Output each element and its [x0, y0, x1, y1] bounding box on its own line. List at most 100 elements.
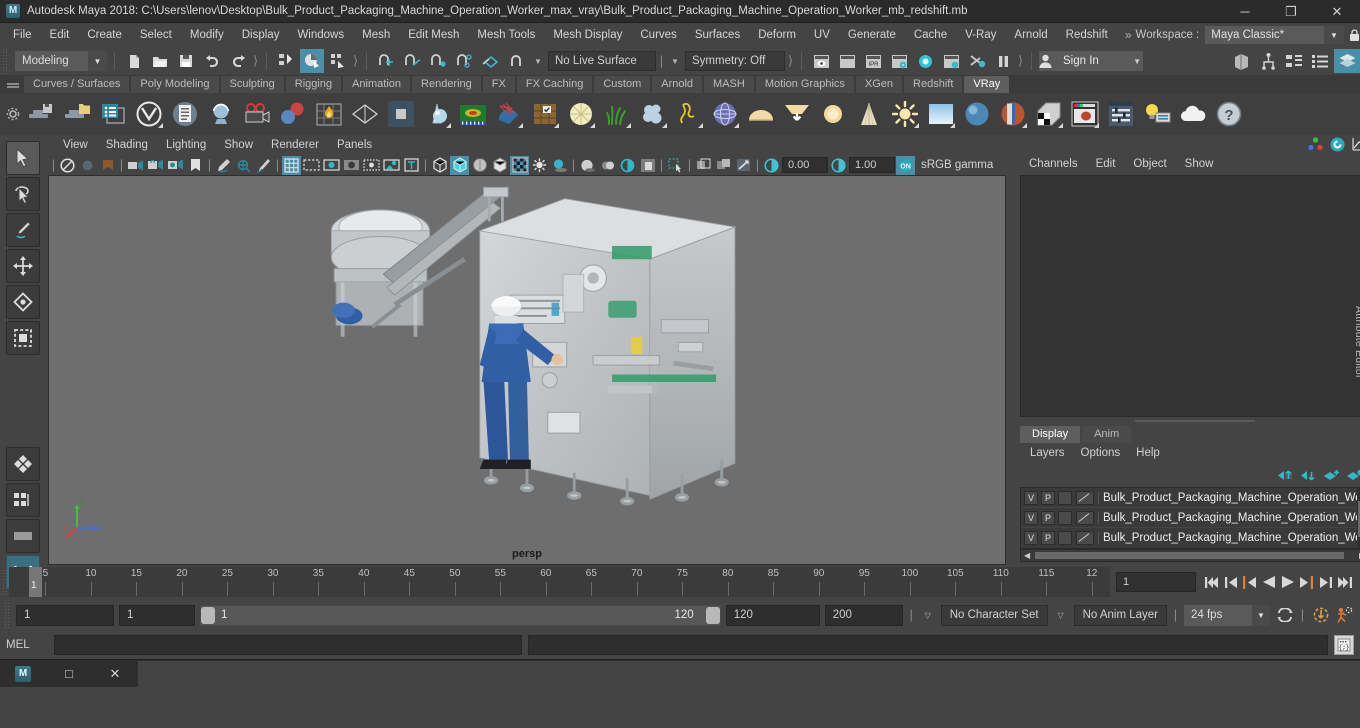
vray-light-lister-icon[interactable]: [1140, 97, 1174, 131]
last-tool-used-icon[interactable]: [6, 483, 40, 517]
menu-surfaces[interactable]: Surfaces: [686, 23, 749, 47]
gate-mask-icon[interactable]: [342, 156, 361, 175]
snap-to-projected-center-icon[interactable]: [452, 49, 476, 73]
vray-checker-icon[interactable]: [1032, 97, 1066, 131]
range-bar[interactable]: 1 120: [200, 605, 721, 626]
shelf-tab-fx[interactable]: FX: [483, 76, 515, 93]
screen-space-ao-icon[interactable]: [638, 156, 657, 175]
vray-camera-icon[interactable]: [240, 97, 274, 131]
shelf-tab-poly-modeling[interactable]: Poly Modeling: [131, 76, 218, 93]
layer-display-type-toggle[interactable]: [1058, 511, 1072, 525]
color-space-label[interactable]: sRGB gamma: [916, 159, 993, 171]
range-end-field[interactable]: 120: [726, 605, 820, 626]
cb-menu-object[interactable]: Object: [1124, 153, 1175, 175]
move-layer-up-icon[interactable]: [1277, 469, 1294, 482]
render-current-frame-icon[interactable]: [809, 49, 833, 73]
layer-tab-anim[interactable]: Anim: [1082, 426, 1131, 443]
attribute-editor-icon[interactable]: [1330, 137, 1345, 152]
close-taskbar-icon[interactable]: ✕: [92, 660, 138, 688]
vray-vfb-icon[interactable]: [96, 97, 130, 131]
vray-light-sphere-icon[interactable]: [564, 97, 598, 131]
chevron-down-icon[interactable]: ▽: [920, 611, 936, 620]
color-management-toggle-icon[interactable]: ON: [896, 156, 915, 175]
camera-attributes-icon[interactable]: [78, 156, 97, 175]
shelf-tab-motion-graphics[interactable]: Motion Graphics: [756, 76, 854, 93]
xray-icon[interactable]: [234, 156, 253, 175]
anim-start-field[interactable]: 1: [16, 605, 114, 626]
time-slider-grip[interactable]: [2, 569, 9, 595]
vray-material-ball-icon[interactable]: [960, 97, 994, 131]
range-slider-grip[interactable]: [4, 602, 11, 628]
undo-icon[interactable]: [200, 49, 224, 73]
menu-file[interactable]: File: [4, 23, 41, 47]
viewport-menu-show[interactable]: Show: [215, 135, 262, 155]
layer-display-type-toggle[interactable]: [1058, 531, 1072, 545]
new-scene-icon[interactable]: [122, 49, 146, 73]
select-camera-icon[interactable]: [58, 156, 77, 175]
paint-effects-icon[interactable]: [254, 156, 273, 175]
current-frame-field[interactable]: 1: [1116, 572, 1196, 592]
collapse-arrow-icon[interactable]: ⟩: [252, 52, 259, 70]
text-overlay-icon[interactable]: [402, 156, 421, 175]
gamma-icon[interactable]: [829, 156, 848, 175]
attribute-editor-panel-icon[interactable]: [1308, 49, 1332, 73]
layer-visibility-toggle[interactable]: V: [1024, 491, 1038, 505]
table-row[interactable]: V P Bulk_Product_Packaging_Machine_Opera…: [1021, 508, 1360, 528]
table-row[interactable]: V P Bulk_Product_Packaging_Machine_Opera…: [1021, 488, 1360, 508]
go-to-start-icon[interactable]: [1202, 571, 1221, 593]
maximize-button[interactable]: ❐: [1268, 0, 1314, 23]
anim-end-field[interactable]: 200: [825, 605, 903, 626]
vray-ies-light-icon[interactable]: [852, 97, 886, 131]
side-tab-attribute-editor[interactable]: Attribute Editor: [1353, 141, 1360, 543]
texture-toggle-icon[interactable]: [510, 156, 529, 175]
menu-windows[interactable]: Windows: [288, 23, 353, 47]
vray-sphere-icon[interactable]: [204, 97, 238, 131]
layer-playback-toggle[interactable]: P: [1041, 511, 1055, 525]
step-back-frame-icon[interactable]: [1240, 571, 1259, 593]
shelf-tab-redshift[interactable]: Redshift: [904, 76, 962, 93]
select-by-object-type-icon[interactable]: [300, 49, 324, 73]
window-taskbar-icon[interactable]: □: [46, 660, 92, 688]
bookmark-view-icon[interactable]: [186, 156, 205, 175]
shelf-tab-custom[interactable]: Custom: [594, 76, 650, 93]
lock-camera-icon[interactable]: [146, 156, 165, 175]
shade-wireframe-icon[interactable]: [470, 156, 489, 175]
display-layer-list[interactable]: V P Bulk_Product_Packaging_Machine_Opera…: [1020, 487, 1360, 549]
resolution-gate-icon[interactable]: [322, 156, 341, 175]
menu-overflow-chevron[interactable]: »: [1125, 28, 1132, 42]
table-row[interactable]: V P Bulk_Product_Packaging_Machine_Opera…: [1021, 528, 1360, 548]
outliner-icon[interactable]: [1282, 49, 1306, 73]
show-manipulator-tool[interactable]: [6, 519, 40, 553]
shelf-tab-arnold[interactable]: Arnold: [652, 76, 702, 93]
xray-joints-icon[interactable]: [694, 156, 713, 175]
vray-rect-light-icon[interactable]: [780, 97, 814, 131]
menu-edit[interactable]: Edit: [41, 23, 79, 47]
shelf-drag-handle[interactable]: [2, 75, 24, 93]
menu-cache[interactable]: Cache: [905, 23, 956, 47]
menu-select[interactable]: Select: [131, 23, 181, 47]
viewport-menu-shading[interactable]: Shading: [97, 135, 157, 155]
menu-create[interactable]: Create: [78, 23, 131, 47]
shelf-tab-sculpting[interactable]: Sculpting: [221, 76, 284, 93]
ipr-render-icon[interactable]: IPR: [861, 49, 885, 73]
shelf-options-gear-icon[interactable]: [2, 93, 24, 135]
snap-to-view-planes-icon[interactable]: [478, 49, 502, 73]
lock-icon[interactable]: [1349, 29, 1360, 42]
vray-sun-icon[interactable]: [816, 97, 850, 131]
hypershade-icon[interactable]: [913, 49, 937, 73]
layer-color-swatch[interactable]: [1076, 491, 1094, 505]
vray-sky-icon[interactable]: [924, 97, 958, 131]
vray-globe-light-icon[interactable]: [708, 97, 742, 131]
select-tool[interactable]: [6, 141, 40, 175]
channel-box-icon[interactable]: [1308, 137, 1323, 151]
open-scene-icon[interactable]: [148, 49, 172, 73]
layer-tab-display[interactable]: Display: [1020, 426, 1080, 443]
layer-menu-layers[interactable]: Layers: [1022, 443, 1073, 463]
grid-toggle-icon[interactable]: [282, 156, 301, 175]
cb-menu-show[interactable]: Show: [1176, 153, 1223, 175]
menu-vray[interactable]: V-Ray: [956, 23, 1005, 47]
menu-display[interactable]: Display: [233, 23, 289, 47]
select-by-component-type-icon[interactable]: [326, 49, 350, 73]
playback-speed-select[interactable]: 24 fps ▼: [1184, 605, 1270, 626]
time-slider[interactable]: 5101520253035404550556065707580859095100…: [9, 567, 1110, 597]
